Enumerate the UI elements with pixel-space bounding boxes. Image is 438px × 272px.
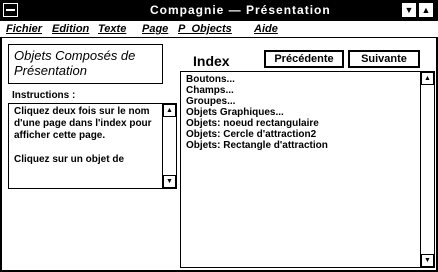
scroll-up-arrow-icon[interactable]: ▲ xyxy=(163,104,176,117)
next-button[interactable]: Suivante xyxy=(348,50,420,68)
heading-line-1: Objets Composés de xyxy=(14,48,136,63)
instructions-field[interactable]: Cliquez deux fois sur le nom d'une page … xyxy=(8,103,177,189)
menu-objects[interactable]: P_Objects xyxy=(178,23,232,35)
menu-bar: Fichier Edition Texte Page P_Objects Aid… xyxy=(0,21,438,38)
title-bar: Compagnie — Présentation ▼ ▲ xyxy=(0,0,438,21)
list-item[interactable]: Objets Graphiques... xyxy=(186,107,416,118)
instructions-scrollbar[interactable]: ▲ ▼ xyxy=(162,104,176,188)
index-list-field[interactable]: Boutons... Champs... Groupes... Objets G… xyxy=(180,71,435,268)
instructions-paragraph-2: Cliquez sur un objet de xyxy=(14,154,125,165)
scroll-up-arrow-icon[interactable]: ▲ xyxy=(421,72,434,85)
list-item[interactable]: Objets: Cercle d'attraction2 xyxy=(186,129,416,140)
menu-edition[interactable]: Edition xyxy=(52,23,89,35)
instructions-paragraph-1: Cliquez deux fois sur le nom d'une page … xyxy=(14,106,152,141)
scroll-down-arrow-icon[interactable]: ▼ xyxy=(163,175,176,188)
page-heading: Objets Composés de Présentation xyxy=(8,44,163,84)
minimize-arrow-icon[interactable]: ▼ xyxy=(401,2,417,18)
index-scrollbar[interactable]: ▲ ▼ xyxy=(420,72,434,267)
list-item[interactable]: Boutons... xyxy=(186,74,416,85)
menu-fichier[interactable]: Fichier xyxy=(6,23,42,35)
list-item[interactable]: Objets: noeud rectangulaire xyxy=(186,118,416,129)
index-title: Index xyxy=(193,53,230,69)
list-item[interactable]: Champs... xyxy=(186,85,416,96)
list-item[interactable]: Groupes... xyxy=(186,96,416,107)
list-item[interactable]: Objets: Rectangle d'attraction xyxy=(186,140,416,151)
window-title: Compagnie — Présentation xyxy=(150,3,331,17)
instructions-label: Instructions : xyxy=(12,90,76,101)
menu-page[interactable]: Page xyxy=(142,23,168,35)
index-list: Boutons... Champs... Groupes... Objets G… xyxy=(186,74,416,151)
instructions-text: Cliquez deux fois sur le nom d'une page … xyxy=(14,106,159,178)
previous-button[interactable]: Précédente xyxy=(264,50,344,68)
menu-texte[interactable]: Texte xyxy=(98,23,126,35)
maximize-arrow-icon[interactable]: ▲ xyxy=(418,2,434,18)
system-menu-icon[interactable] xyxy=(3,3,18,17)
scroll-down-arrow-icon[interactable]: ▼ xyxy=(421,254,434,267)
menu-aide[interactable]: Aide xyxy=(254,23,278,35)
heading-line-2: Présentation xyxy=(14,63,87,78)
